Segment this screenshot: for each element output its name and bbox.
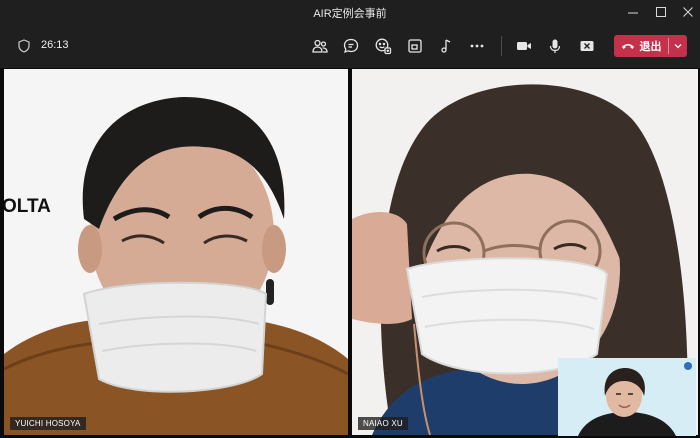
maximize-icon[interactable] xyxy=(652,3,670,21)
meeting-timer: 26:13 xyxy=(41,39,69,51)
camera-icon[interactable] xyxy=(514,36,534,56)
close-icon[interactable] xyxy=(679,3,697,21)
leave-main[interactable]: 退出 xyxy=(614,35,668,57)
phone-hangup-icon xyxy=(621,44,634,49)
leave-label: 退出 xyxy=(639,41,662,53)
microphone-icon[interactable] xyxy=(545,36,565,56)
chevron-down-icon[interactable] xyxy=(669,35,687,57)
self-view-video[interactable] xyxy=(558,358,696,436)
participant-name-tag: NAIAO XU xyxy=(358,417,408,430)
reactions-icon[interactable] xyxy=(373,36,393,56)
wall-logo-text: OLTA xyxy=(4,196,51,217)
shield-icon xyxy=(18,39,30,53)
meeting-toolbar: 26:13 退出 xyxy=(0,24,700,68)
title-bar: AIR定例会事前 xyxy=(0,0,700,24)
rooms-icon[interactable] xyxy=(405,36,425,56)
participant-name-tag: YUICHI HOSOYA xyxy=(10,417,86,430)
participant-1-video: OLTA xyxy=(4,69,348,435)
chat-icon[interactable] xyxy=(341,36,361,56)
people-icon[interactable] xyxy=(310,36,330,56)
leave-button[interactable]: 退出 xyxy=(614,35,687,57)
self-view-image xyxy=(558,358,696,436)
share-screen-icon[interactable] xyxy=(577,36,597,56)
more-options-icon[interactable] xyxy=(467,36,487,56)
apps-icon[interactable] xyxy=(436,36,456,56)
toolbar-separator xyxy=(501,36,502,56)
video-tile-participant-1[interactable]: OLTA YUICHI HOSOYA xyxy=(4,69,348,435)
minimize-icon[interactable] xyxy=(624,3,642,21)
window-title: AIR定例会事前 xyxy=(313,8,387,20)
